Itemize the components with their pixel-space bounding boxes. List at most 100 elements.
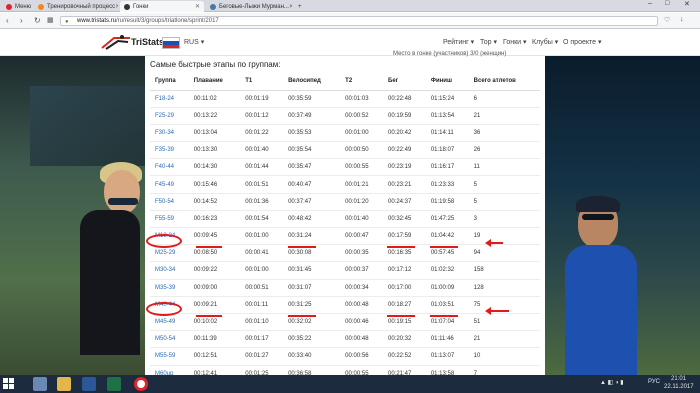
table-cell: 00:17:12 — [383, 261, 426, 280]
language-selector[interactable]: RUS ▾ — [184, 38, 204, 46]
word-icon[interactable] — [82, 377, 96, 391]
table-cell: 00:33:40 — [283, 347, 341, 365]
tray-icons[interactable]: ▲ ◧ ◑ ▮ — [600, 379, 624, 386]
table-cell: 00:35:47 — [283, 158, 341, 176]
table-cell: 00:22:52 — [383, 347, 426, 365]
underline-swim-m45 — [196, 315, 222, 317]
close-tab-icon[interactable]: ✕ — [289, 3, 292, 10]
close-window-button[interactable]: ✕ — [684, 0, 690, 8]
table-row: F18-24 00:11:02 00:01:19 00:35:59 00:01:03 00… — [150, 89, 540, 108]
excel-icon[interactable] — [107, 377, 121, 391]
table-cell: 00:01:44 — [240, 158, 284, 176]
url-host: www.tristats.ru — [77, 18, 117, 24]
group-link[interactable]: F30-34 — [150, 123, 189, 142]
group-link[interactable]: M30-34 — [150, 261, 189, 280]
tristats-logo-icon[interactable] — [100, 34, 132, 52]
table-cell: 01:14:11 — [425, 123, 469, 142]
table-row: F40-44 00:14:30 00:01:44 00:35:47 00:00:55 00… — [150, 158, 540, 176]
group-link[interactable]: F40-44 — [150, 158, 189, 176]
back-arrow-icon[interactable]: ‹ — [6, 16, 9, 25]
highlight-circle-m25-29 — [146, 234, 182, 248]
russia-flag-icon[interactable] — [162, 37, 180, 49]
nav-top[interactable]: Тор ▾ — [480, 38, 497, 46]
table-cell: 5 — [468, 175, 540, 194]
column-header: Плавание — [188, 73, 241, 91]
folder-icon[interactable] — [57, 377, 71, 391]
table-cell: 00:22:49 — [383, 141, 426, 159]
opera-icon[interactable] — [134, 377, 148, 391]
group-link[interactable]: M45-49 — [150, 312, 189, 331]
table-cell: 01:00:09 — [425, 278, 469, 297]
pool-background — [30, 86, 145, 166]
table-cell: 26 — [468, 141, 540, 159]
athlete-body — [80, 210, 140, 355]
table-cell: 01:23:33 — [425, 175, 469, 194]
table-cell: 01:16:17 — [425, 158, 469, 176]
group-link[interactable]: M50-54 — [150, 330, 189, 348]
url-field[interactable]: ● www.tristats.ru/ru/result/3/groups/tri… — [60, 16, 658, 26]
group-link[interactable]: F25-29 — [150, 106, 189, 125]
table-cell: 00:17:00 — [383, 278, 426, 297]
table-cell: 00:18:27 — [383, 295, 426, 314]
maximize-button[interactable]: □ — [665, 0, 669, 7]
heart-icon[interactable]: ♡ — [664, 16, 670, 24]
group-link[interactable]: F55-59 — [150, 209, 189, 228]
group-link[interactable]: F45-49 — [150, 175, 189, 194]
input-language[interactable]: РУС — [648, 379, 660, 385]
table-cell: 00:20:42 — [383, 123, 426, 142]
table-cell: 00:01:22 — [240, 123, 284, 142]
nav-clubs[interactable]: Клубы ▾ — [532, 38, 558, 46]
tab-races[interactable]: Гонки ✕ — [120, 1, 204, 12]
table-cell: 01:18:07 — [425, 141, 469, 159]
table-body: F18-24 00:11:02 00:01:19 00:35:59 00:01:03 00… — [150, 89, 540, 375]
clock-time[interactable]: 21:01 — [671, 376, 686, 382]
group-link[interactable]: F18-24 — [150, 89, 189, 108]
underline-finish-m25 — [430, 246, 458, 248]
table-row: F35-39 00:13:30 00:01:40 00:35:54 00:00:50 00… — [150, 141, 540, 159]
table-cell: 01:13:54 — [425, 106, 469, 125]
table-cell: 00:09:45 — [188, 226, 241, 245]
download-icon[interactable]: ↓ — [680, 16, 684, 23]
table-cell: 01:03:51 — [425, 295, 469, 314]
group-link[interactable]: M60up — [150, 364, 189, 375]
reload-icon[interactable]: ↻ — [34, 16, 41, 25]
close-tab-icon[interactable]: ✕ — [115, 3, 118, 10]
nav-rating[interactable]: Рейтинг ▾ — [443, 38, 474, 46]
column-header: Велосипед — [283, 73, 341, 91]
table-cell: 00:00:55 — [340, 158, 383, 176]
tab-ski[interactable]: Беговые-Лыжи Мурман... ✕ — [206, 1, 292, 12]
globe-icon: ● — [65, 19, 69, 25]
table-row: M60up 00:12:41 00:01:25 00:36:58 00:00:55 00:… — [150, 364, 540, 375]
start-button[interactable] — [3, 378, 15, 390]
nav-about[interactable]: О проекте ▾ — [563, 38, 601, 46]
table-cell: 00:01:11 — [240, 295, 284, 314]
grid-icon[interactable]: ▦ — [47, 16, 54, 24]
underline-bike-m25 — [288, 246, 316, 248]
close-tab-icon[interactable]: ✕ — [195, 3, 200, 10]
table-cell: 00:35:53 — [283, 123, 341, 142]
group-link[interactable]: M35-39 — [150, 278, 189, 297]
table-row: F45-49 00:15:46 00:01:51 00:40:47 00:01:21 00… — [150, 175, 540, 194]
sunglasses — [108, 198, 138, 205]
brand-name[interactable]: TriStats — [131, 37, 164, 47]
group-link[interactable]: F50-54 — [150, 192, 189, 211]
group-link[interactable]: F35-39 — [150, 141, 189, 159]
table-cell: 7 — [468, 364, 540, 375]
table-cell: 00:01:17 — [240, 330, 284, 348]
tab-training[interactable]: Тренировочный процесс ✕ — [34, 1, 118, 12]
table-cell: 00:01:12 — [240, 106, 284, 125]
new-tab-button[interactable]: + — [294, 1, 306, 12]
table-cell: 00:00:41 — [240, 244, 284, 262]
tab-menu[interactable]: Меню — [2, 1, 32, 12]
table-cell: 00:31:07 — [283, 278, 341, 297]
forward-arrow-icon[interactable]: › — [20, 16, 23, 25]
table-cell: 00:01:21 — [340, 175, 383, 194]
clock-date[interactable]: 22.11.2017 — [664, 384, 694, 390]
nav-races[interactable]: Гонки ▾ — [503, 38, 527, 46]
minimize-button[interactable]: – — [648, 0, 652, 7]
group-link[interactable]: M55-59 — [150, 347, 189, 365]
table-cell: 00:21:47 — [383, 364, 426, 375]
taskbar-app-icon[interactable] — [33, 377, 47, 391]
athlete-cap — [576, 196, 620, 212]
highlight-circle-m45-49 — [146, 302, 182, 316]
